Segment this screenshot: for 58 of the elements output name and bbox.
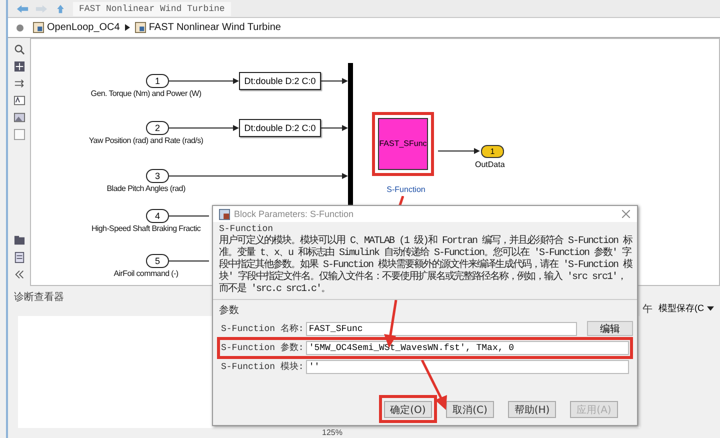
signal-line [438,147,480,155]
description-text: 用户可定义的模块。模块可以用 C、MATLAB (1 级)和 Fortran 编写，并且必须符合 S-Function 标准。变量 t、x、u 和标志由 Simulink 自动传递给 S-Function。您可以在 'S-Function 参数' 字段中指定其他参数。如果 S-Function 模块需要额外的源文件来编译生成代码，请在 'S-Function 模块' 字段中指定文件名。仅输入文件名：不要使用扩展名或完整路径名称，例如，输入 'src src1'，而不是 'src.c src1.c'。 [213,235,637,300]
input-field[interactable]: '5MW_OC4Semi_WSt_WavesWN.fst', TMax, 0 [306,340,629,354]
inport-block[interactable]: 2 [146,121,169,135]
signal-line [169,124,239,132]
folder-icon[interactable] [14,235,24,246]
section-title: S-Function [218,223,274,234]
document-icon[interactable] [14,252,24,263]
block-caption: S-Function [386,185,426,194]
port-label: AirFoil command (-) [114,269,178,278]
dialog-button[interactable]: 帮助(H) [508,401,556,418]
breadcrumb-link[interactable]: FAST Nonlinear Wind Turbine [148,22,281,33]
input-field[interactable]: FAST_SFunc [306,322,577,336]
signal-line [169,77,239,85]
dropdown-caret-icon [707,306,714,311]
hide-panel-icon[interactable] [15,22,25,32]
port-label: OutData [475,160,505,169]
collapse-icon[interactable] [14,269,24,280]
close-button[interactable] [621,209,631,219]
image-icon[interactable] [14,112,24,123]
model-tab[interactable]: FAST Nonlinear Wind Turbine [73,2,231,16]
dialog-button[interactable]: 确定(O) [384,401,432,418]
breadcrumb-separator-icon [124,24,130,31]
dialog-button[interactable]: 取消(C) [446,401,494,418]
panel-title: 诊断查看器 [14,290,64,304]
port-label: Gen. Torque (Nm) and Power (W) [90,89,202,98]
block-icon [219,208,230,220]
save-model-dropdown[interactable]: 模型保存(C [658,302,714,315]
fit-view-icon[interactable] [14,61,24,72]
inport-block[interactable]: 1 [146,74,169,88]
data-type-conversion-block[interactable]: Dt:double D:2 C:0 [239,72,321,90]
arrows-icon[interactable] [14,78,24,89]
s-function-block[interactable]: FAST_SFunc [378,118,428,170]
inport-block[interactable]: 4 [146,209,169,223]
section-title: 参数 [218,304,240,319]
data-type-conversion-block[interactable]: Dt:double D:2 C:0 [239,119,321,137]
dialog-title: Block Parameters: S-Function [234,209,355,219]
inport-block[interactable]: 5 [146,254,169,268]
toolbar-text: 午 [642,303,652,316]
field-label: S-Function 名称: [221,322,304,335]
model-icon [134,22,146,33]
port-label: Yaw Position (rad) and Rate (rad/s) [88,136,204,145]
inport-block[interactable]: 3 [146,169,169,183]
zoom-level: 125% [322,428,342,438]
field-label: S-Function 参数: [221,342,304,354]
breadcrumb-link[interactable]: OpenLoop_OC4 [47,22,120,33]
port-label: High-Speed Shaft Braking Fractic [91,224,201,233]
signal-line [321,77,348,85]
area-icon[interactable] [14,129,24,140]
zoom-icon[interactable] [14,44,24,55]
annotation-icon[interactable] [14,95,24,106]
signal-line [321,124,348,132]
port-label: Blade Pitch Angles (rad) [106,184,186,193]
model-icon [33,22,44,33]
outport-block[interactable]: 1 [481,145,504,158]
edit-button[interactable]: 编辑 [587,321,633,336]
input-field[interactable]: '' [306,360,629,374]
field-label: S-Function 模块: [221,360,304,373]
